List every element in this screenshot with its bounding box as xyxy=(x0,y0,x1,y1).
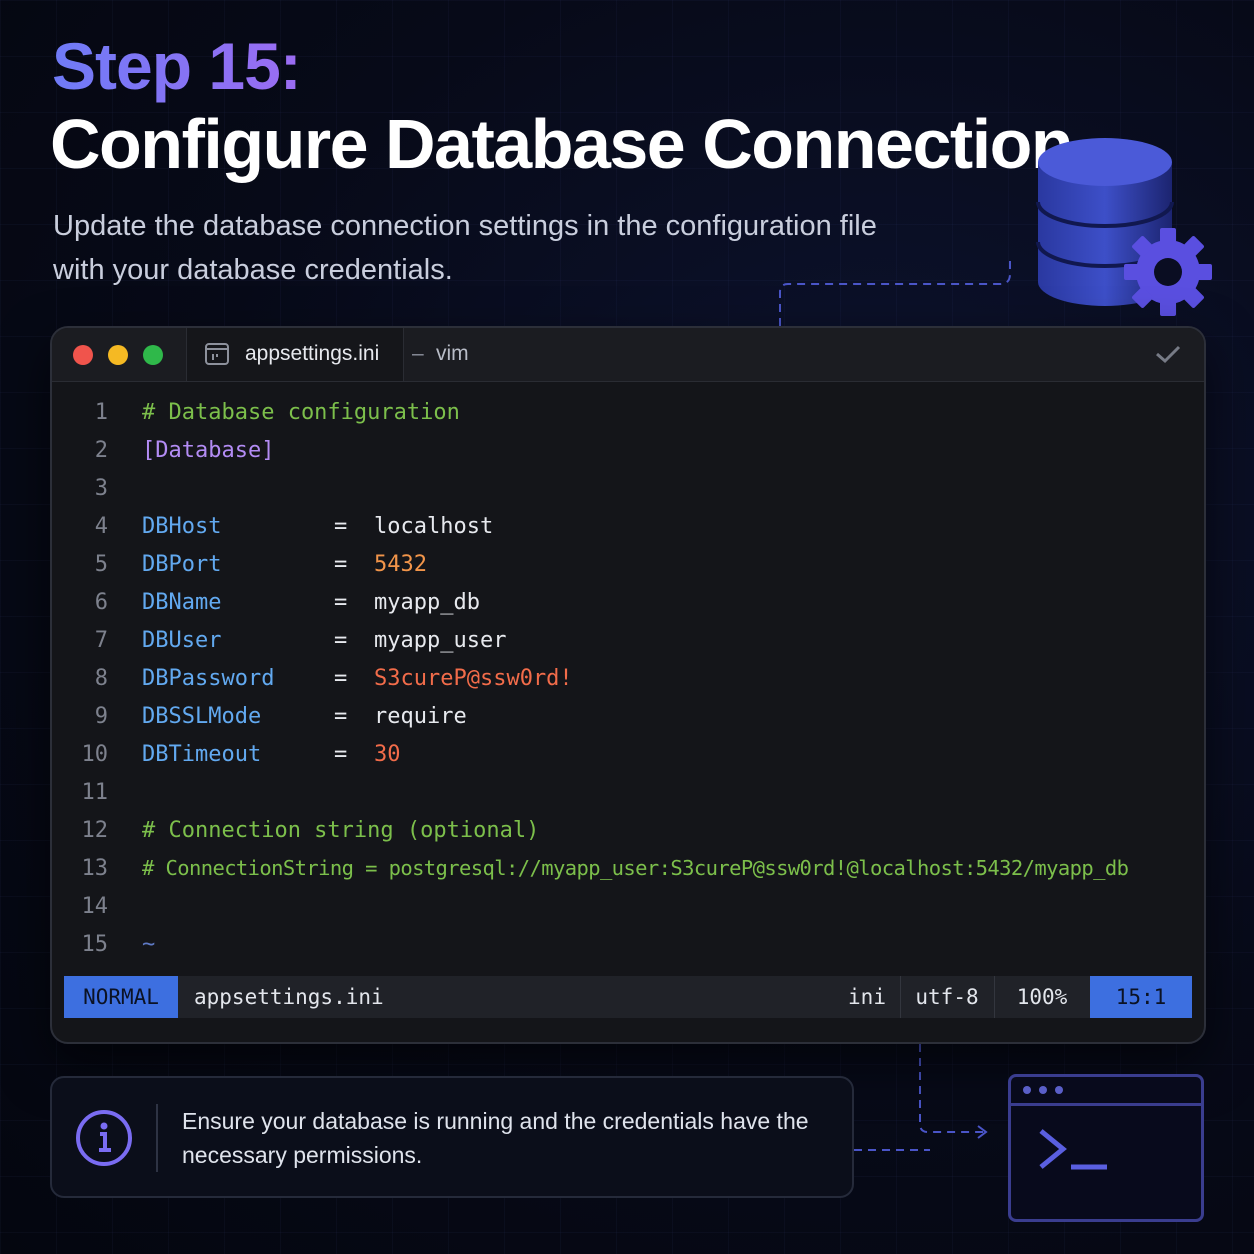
dot-icon xyxy=(1055,1086,1063,1094)
tab-separator: – xyxy=(412,342,424,365)
file-icon xyxy=(205,343,229,365)
equals-sign: = xyxy=(334,704,348,729)
config-value: 30 xyxy=(374,742,401,767)
status-bar: NORMAL appsettings.ini ini utf-8 100% 15… xyxy=(64,976,1192,1018)
tab-appsettings[interactable]: appsettings.ini xyxy=(186,328,404,381)
equals-sign: = xyxy=(334,742,348,767)
equals-sign: = xyxy=(334,552,348,577)
line-number: 2 xyxy=(94,438,108,463)
cursor-position: 15:1 xyxy=(1090,976,1192,1018)
code-line-10: 10 DBTimeout = 30 xyxy=(52,742,1204,780)
equals-sign: = xyxy=(334,628,348,653)
connector-line-lower xyxy=(854,1044,988,1151)
code-line-7: 7 DBUser = myapp_user xyxy=(52,628,1204,666)
step-label: Step 15: xyxy=(52,29,302,103)
config-key: DBPort xyxy=(142,552,222,577)
config-key: DBSSLMode xyxy=(142,704,262,729)
section-header: [Database] xyxy=(142,438,275,463)
config-value: myapp_db xyxy=(374,590,480,615)
dot-icon xyxy=(1039,1086,1047,1094)
tab-label: appsettings.ini xyxy=(245,342,380,365)
mode-indicator: NORMAL xyxy=(64,976,178,1018)
title-bar: appsettings.ini – vim xyxy=(52,328,1204,382)
line-number: 11 xyxy=(81,780,109,805)
code-line-1: 1 # Database configuration xyxy=(52,400,1204,438)
code-line-8: 8 DBPassword = S3cureP@ssw0rd! xyxy=(52,666,1204,704)
equals-sign: = xyxy=(334,666,348,691)
status-percent: 100% xyxy=(1016,985,1068,1009)
line-number: 13 xyxy=(81,856,109,881)
empty-line-marker: ~ xyxy=(142,932,156,957)
line-number: 9 xyxy=(94,704,108,729)
divider xyxy=(156,1104,158,1172)
prompt-icon xyxy=(1039,1129,1107,1170)
line-number: 7 xyxy=(94,628,108,653)
line-number: 14 xyxy=(81,894,109,919)
terminal-icon xyxy=(1008,1074,1204,1222)
database-gear-icon xyxy=(1036,138,1212,316)
config-value: 5432 xyxy=(374,552,427,577)
code-line-4: 4 DBHost = localhost xyxy=(52,514,1204,552)
check-icon xyxy=(1156,345,1181,364)
config-value: S3cureP@ssw0rd! xyxy=(374,666,573,691)
code-line-5: 5 DBPort = 5432 xyxy=(52,552,1204,590)
config-key: DBHost xyxy=(142,514,222,539)
maximize-button[interactable] xyxy=(143,345,163,365)
minimize-button[interactable] xyxy=(108,345,128,365)
app-name: vim xyxy=(436,342,469,365)
line-number: 4 xyxy=(94,514,108,539)
line-number: 12 xyxy=(81,818,109,843)
config-value: myapp_user xyxy=(374,628,507,653)
status-filetype: ini xyxy=(834,976,901,1018)
status-filename: appsettings.ini xyxy=(194,985,384,1009)
equals-sign: = xyxy=(334,514,348,539)
line-number: 5 xyxy=(94,552,108,577)
code-line-14: 14 xyxy=(52,894,1204,932)
code-line-11: 11 xyxy=(52,780,1204,818)
close-button[interactable] xyxy=(73,345,93,365)
code-line-13: 13 # ConnectionString = postgresql://mya… xyxy=(52,856,1204,894)
info-callout: Ensure your database is running and the … xyxy=(50,1076,854,1198)
info-text: Ensure your database is running and the … xyxy=(182,1108,809,1168)
info-icon xyxy=(76,1110,132,1166)
comment-text: # Connection string (optional) xyxy=(142,818,540,843)
config-key: DBUser xyxy=(142,628,222,653)
config-key: DBPassword xyxy=(142,666,275,691)
status-encoding: utf-8 xyxy=(900,976,995,1018)
line-number: 15 xyxy=(81,932,109,957)
terminal-titlebar xyxy=(1011,1077,1201,1106)
dot-icon xyxy=(1023,1086,1031,1094)
line-number: 10 xyxy=(81,742,109,767)
code-line-6: 6 DBName = myapp_db xyxy=(52,590,1204,628)
line-number: 3 xyxy=(94,476,108,501)
page-title: Configure Database Connection xyxy=(50,105,1074,183)
config-key: DBName xyxy=(142,590,222,615)
line-number: 6 xyxy=(94,590,108,615)
line-number: 8 xyxy=(94,666,108,691)
code-line-3: 3 xyxy=(52,476,1204,514)
line-number: 1 xyxy=(94,400,108,425)
config-value: localhost xyxy=(374,514,494,539)
config-key: DBTimeout xyxy=(142,742,262,767)
code-line-9: 9 DBSSLMode = require xyxy=(52,704,1204,742)
equals-sign: = xyxy=(334,590,348,615)
config-value: require xyxy=(374,704,467,729)
code-line-2: 2 [Database] xyxy=(52,438,1204,476)
code-line-15: 15 ~ xyxy=(52,932,1204,970)
comment-text: # Database configuration xyxy=(142,400,460,425)
connector-line xyxy=(779,260,1011,326)
vim-window: appsettings.ini – vim 1 # Database confi… xyxy=(50,326,1206,1044)
code-line-12: 12 # Connection string (optional) xyxy=(52,818,1204,856)
comment-text: # ConnectionString = postgresql://myapp_… xyxy=(142,856,1129,880)
